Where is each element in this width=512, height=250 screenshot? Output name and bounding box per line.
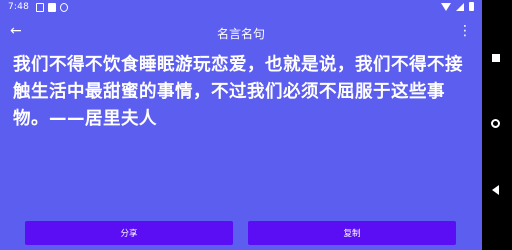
page-title: 名言名句	[216, 27, 265, 41]
app-screen: 7:48 ← 名言名句 ⋮ 我们不得不饮食睡眠游玩恋爱，也就是说，我们不得不接触…	[0, 0, 482, 250]
square-icon	[48, 3, 56, 12]
status-bar: 7:48	[0, 0, 482, 16]
copy-button[interactable]: 复制	[248, 221, 456, 245]
back-icon[interactable]	[492, 185, 499, 195]
recent-apps-icon[interactable]	[492, 54, 500, 62]
right-status	[441, 2, 474, 11]
square-icon	[36, 3, 44, 12]
status-icons	[36, 3, 68, 12]
wifi-icon	[441, 2, 451, 11]
signal-icon	[456, 2, 464, 11]
system-nav-bar	[482, 0, 512, 250]
app-bar: ← 名言名句 ⋮	[0, 20, 482, 46]
status-time: 7:48	[8, 2, 30, 12]
home-icon[interactable]	[491, 119, 500, 128]
share-button[interactable]: 分享	[25, 221, 233, 245]
quote-text: 我们不得不饮食睡眠游玩恋爱，也就是说，我们不得不接触生活中最甜蜜的事情，不过我们…	[13, 55, 463, 129]
more-vert-icon[interactable]: ⋮	[458, 23, 472, 39]
circle-icon	[60, 3, 68, 12]
battery-icon	[469, 2, 474, 11]
